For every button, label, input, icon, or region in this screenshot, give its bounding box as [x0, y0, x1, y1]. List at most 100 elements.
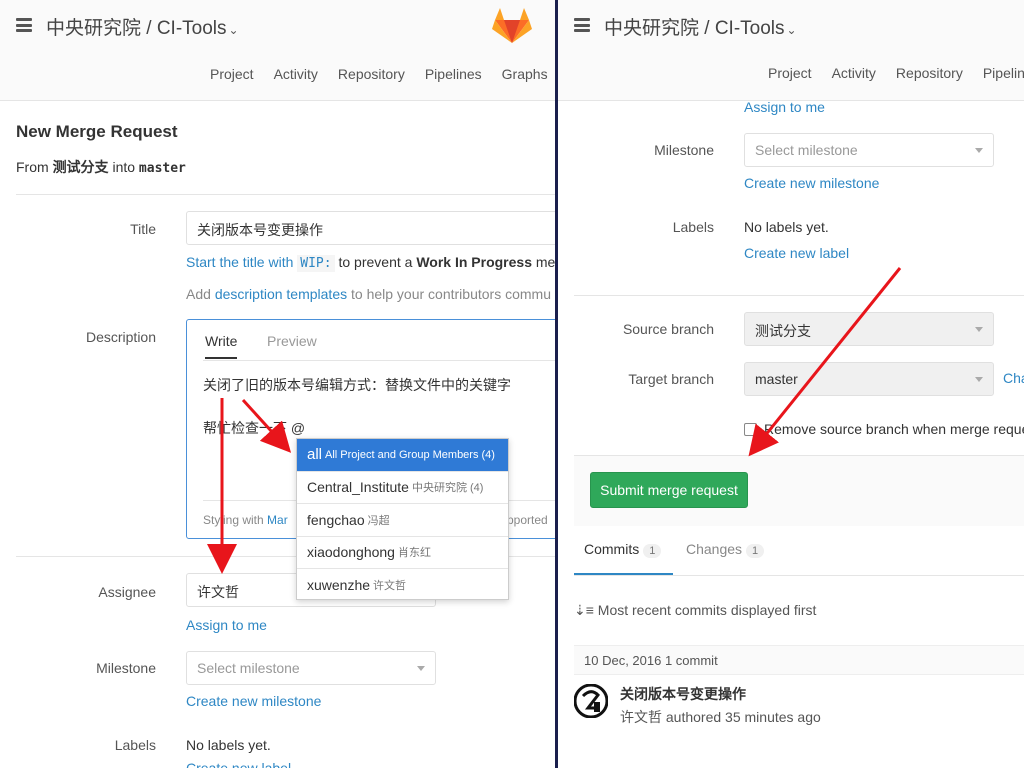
right-screenshot-panel: 中央研究院 / CI-Tools ⌄ Project Activity Reposit… — [558, 0, 1024, 768]
styling-hint: Styling with Mar — [203, 513, 288, 527]
mention-name: all — [307, 446, 323, 464]
description-line-1[interactable]: 关闭了旧的版本号编辑方式：替换文件中的关键字 — [203, 375, 511, 395]
page-title: New Merge Request — [16, 122, 178, 141]
assignee-label: Assignee — [98, 584, 156, 600]
commit-title[interactable]: 关闭版本号变更操作 — [620, 684, 746, 704]
commit-date-header: 10 Dec, 2016 1 commit — [574, 645, 1024, 675]
tab-preview[interactable]: Preview — [267, 333, 317, 349]
chevron-down-icon[interactable]: ⌄ — [787, 23, 797, 37]
description-line-2[interactable]: 帮忙检查一下 @ — [203, 418, 305, 438]
changes-count-badge: 1 — [746, 544, 765, 558]
commit-date-text: 10 Dec, 2016 1 commit — [584, 653, 718, 668]
title-label: Title — [130, 221, 156, 237]
project-nav-tabs: Project Activity Repository Pipelines Graphs — [210, 66, 556, 82]
commits-count-badge: 1 — [643, 544, 662, 558]
divider — [574, 575, 1024, 576]
mention-detail: All Project and Group Members (4) — [325, 448, 495, 461]
tab-write[interactable]: Write — [205, 333, 238, 359]
divider — [574, 295, 1024, 296]
nav-repository[interactable]: Repository — [338, 66, 405, 82]
source-branch-select[interactable]: 测试分支 — [744, 312, 994, 346]
mention-name: xiaodonghong — [307, 544, 395, 561]
mention-detail: 许文哲 — [373, 580, 407, 593]
mention-detail: 中央研究院 (4) — [411, 482, 484, 495]
description-templates-link[interactable]: description templates — [215, 286, 347, 302]
wip-hint-link[interactable]: Start the title with — [186, 254, 293, 270]
avatar[interactable] — [574, 684, 608, 718]
nav-pipelines[interactable]: Pipelin — [983, 65, 1024, 81]
sort-icon: ⇣≡ — [574, 602, 594, 618]
milestone-placeholder: Select milestone — [755, 142, 858, 158]
dropdown-caret-icon — [975, 327, 983, 332]
submit-merge-request-button[interactable]: Submit merge request — [590, 472, 748, 508]
mention-detail: 冯超 — [367, 514, 390, 527]
nav-activity[interactable]: Activity — [832, 65, 876, 81]
editor-tab-divider — [203, 360, 556, 361]
target-branch-name: master — [138, 161, 186, 176]
source-branch-label: Source branch — [622, 321, 714, 337]
milestone-label: Milestone — [96, 660, 156, 676]
milestone-select[interactable]: Select milestone — [186, 651, 436, 685]
commit-author[interactable]: 许文哲 — [620, 709, 662, 725]
change-branches-link[interactable]: Cha — [1003, 370, 1024, 386]
project-breadcrumb[interactable]: 中央研究院 / CI-Tools ⌄ — [46, 13, 239, 40]
create-milestone-link[interactable]: Create new milestone — [186, 693, 321, 709]
nav-graphs[interactable]: Graphs — [502, 66, 548, 82]
project-nav-tabs: Project Activity Repository Pipelin — [768, 65, 1024, 81]
source-branch-value: 测试分支 — [755, 323, 811, 339]
mention-name: fengchao — [307, 511, 365, 528]
mention-name: xuwenzhe — [307, 577, 371, 594]
no-labels-text: No labels yet. — [744, 219, 829, 235]
chevron-down-icon[interactable]: ⌄ — [229, 23, 239, 37]
mention-option-all[interactable]: all All Project and Group Members (4) — [297, 439, 508, 472]
create-label-link[interactable]: Create new label — [744, 245, 849, 261]
nav-pipelines[interactable]: Pipelines — [425, 66, 482, 82]
create-label-link[interactable]: Create new label — [186, 760, 291, 768]
mention-detail: 肖东红 — [397, 547, 431, 560]
target-branch-select[interactable]: master — [744, 362, 994, 396]
wip-hint-bold: Work In Progress — [416, 254, 532, 270]
wip-code: WIP: — [297, 255, 335, 272]
target-branch-value: master — [755, 371, 798, 387]
wip-hint-tail: me — [535, 254, 556, 270]
milestone-select[interactable]: Select milestone — [744, 133, 994, 167]
nav-repository[interactable]: Repository — [896, 65, 963, 81]
nav-project[interactable]: Project — [768, 65, 812, 81]
top-navbar: 中央研究院 / CI-Tools ⌄ Project Activity Reposit… — [558, 0, 1024, 101]
source-branch-name: 测试分支 — [52, 159, 109, 175]
mention-name: Central_Institute — [307, 479, 409, 496]
tab-changes-label: Changes — [686, 541, 743, 557]
labels-label: Labels — [114, 737, 156, 753]
title-input[interactable]: 关闭版本号变更操作 — [186, 211, 556, 245]
project-breadcrumb[interactable]: 中央研究院 / CI-Tools ⌄ — [604, 13, 797, 40]
assign-to-me-link[interactable]: Assign to me — [744, 99, 825, 115]
templates-hint: Add description templates to help your c… — [186, 286, 551, 302]
mention-option[interactable]: xiaodonghong 肖东红 — [297, 537, 508, 569]
nav-activity[interactable]: Activity — [274, 66, 318, 82]
mention-option[interactable]: xuwenzhe 许文哲 — [297, 569, 508, 602]
mention-option[interactable]: Central_Institute 中央研究院 (4) — [297, 472, 508, 504]
mention-autocomplete: all All Project and Group Members (4) Cen… — [296, 438, 509, 600]
create-milestone-link[interactable]: Create new milestone — [744, 175, 879, 191]
remove-source-branch-label: Remove source branch when merge reques — [764, 421, 1024, 437]
tab-changes[interactable]: Changes 1 — [686, 541, 765, 558]
nav-project[interactable]: Project — [210, 66, 254, 82]
milestone-placeholder: Select milestone — [197, 660, 300, 676]
tab-commits[interactable]: Commits 1 — [584, 541, 662, 558]
no-labels-text: No labels yet. — [186, 737, 271, 753]
dropdown-caret-icon — [417, 666, 425, 671]
project-title[interactable]: 中央研究院 / CI-Tools — [604, 18, 785, 39]
left-screenshot-panel: 中央研究院 / CI-Tools ⌄ Project Activity Reposit… — [0, 0, 556, 768]
assign-to-me-link[interactable]: Assign to me — [186, 617, 267, 633]
styling-hint-tail: pported — [507, 513, 548, 527]
dropdown-caret-icon — [975, 148, 983, 153]
markdown-link[interactable]: Mar — [267, 513, 288, 527]
menu-icon[interactable] — [574, 18, 590, 32]
gitlab-logo-icon[interactable] — [492, 6, 532, 44]
mention-option[interactable]: fengchao 冯超 — [297, 504, 508, 537]
project-title[interactable]: 中央研究院 / CI-Tools — [46, 18, 227, 39]
menu-icon[interactable] — [16, 18, 32, 32]
dropdown-caret-icon — [975, 377, 983, 382]
commit-order-note: ⇣≡ Most recent commits displayed first — [574, 602, 816, 619]
remove-source-branch-checkbox[interactable] — [744, 423, 757, 436]
